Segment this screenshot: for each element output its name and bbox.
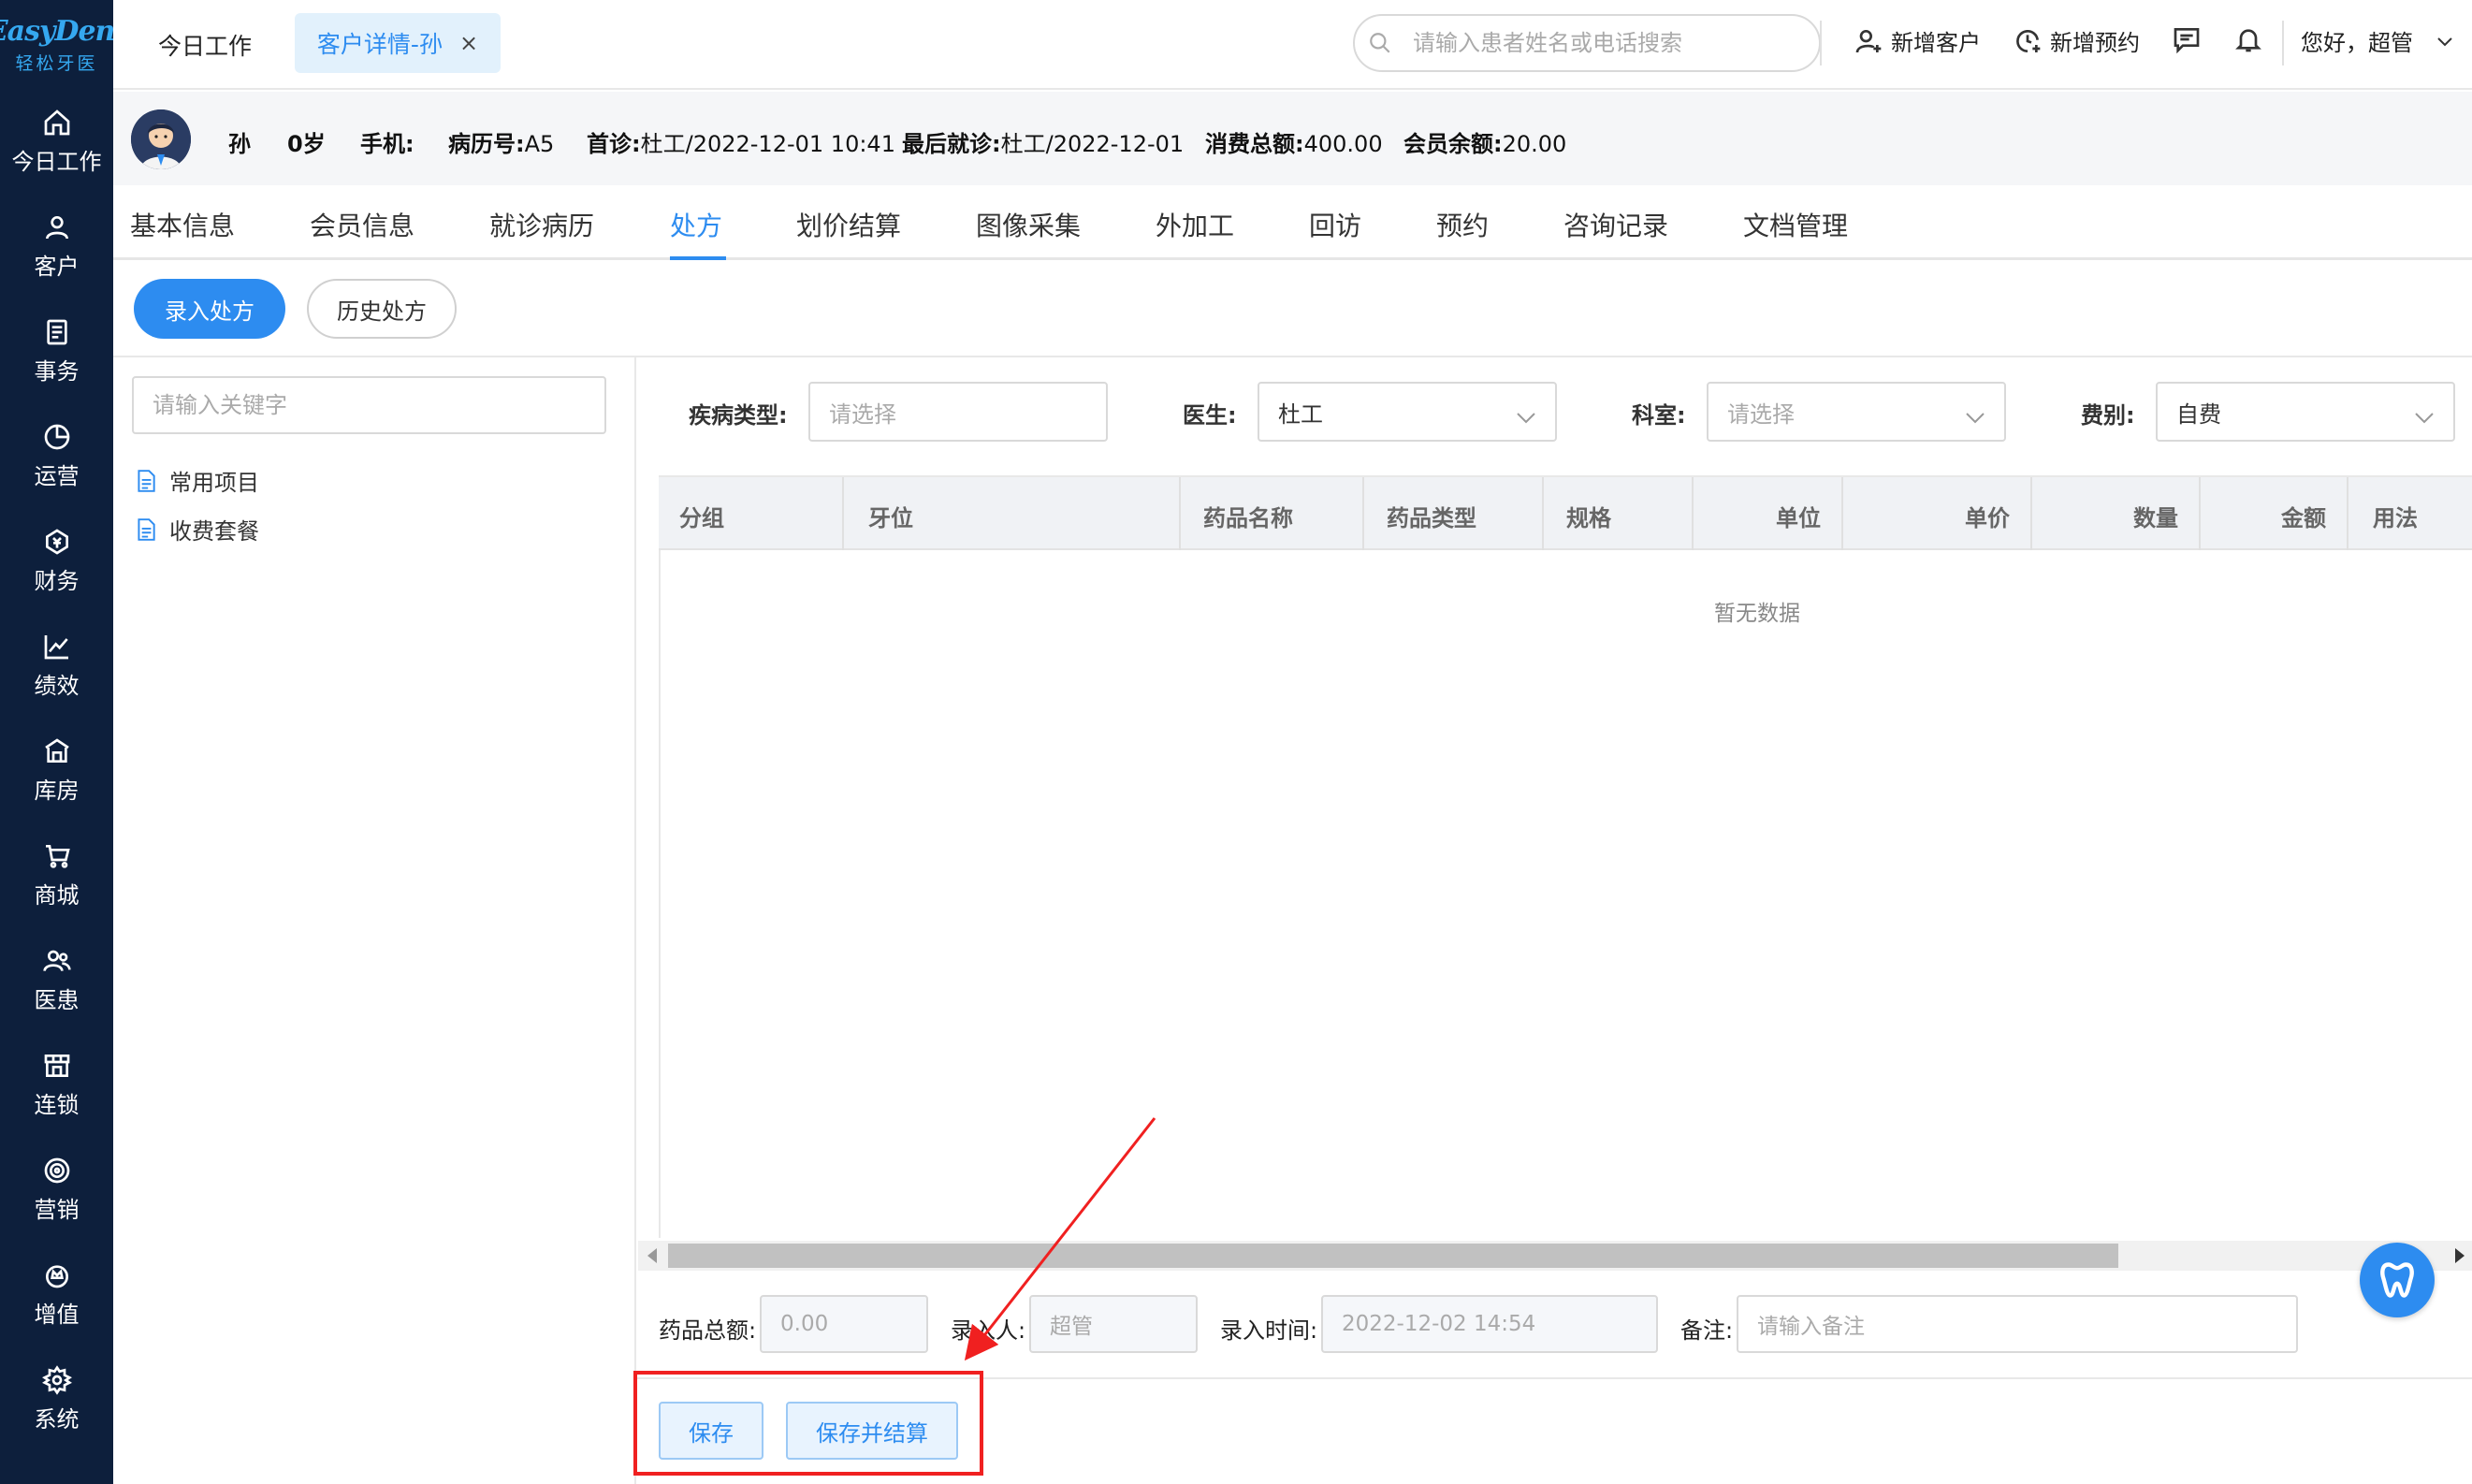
- app-root: EasyDent 轻松牙医 今日工作 客户 事务 运营 财务 绩效 库房 商城 …: [0, 0, 2472, 1484]
- annotation-arrow: [964, 1117, 1156, 1361]
